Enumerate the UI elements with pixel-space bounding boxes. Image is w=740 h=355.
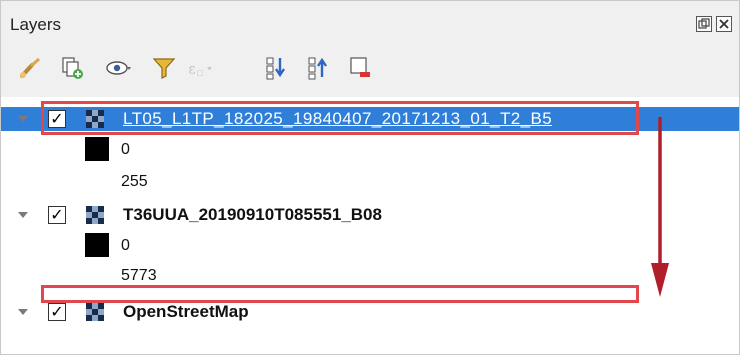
close-icon[interactable]	[716, 16, 732, 32]
layer-row-openstreetmap[interactable]: ✓ OpenStreetMap	[1, 300, 739, 324]
filter-expression-icon[interactable]: ε □	[187, 53, 217, 83]
highlight-box-target	[41, 285, 639, 303]
svg-text:ε: ε	[189, 61, 196, 77]
layer-tree: ✓ LT05_L1TP_182025_19840407_20171213_01_…	[1, 97, 739, 354]
legend-min-value: 0	[121, 237, 130, 254]
legend-swatch-black	[85, 137, 109, 161]
highlight-box-source	[41, 101, 639, 135]
remove-layer-icon[interactable]	[345, 53, 375, 83]
legend-swatch-black	[85, 233, 109, 257]
move-down-arrow-icon	[651, 117, 669, 297]
collapse-caret-icon[interactable]	[18, 212, 28, 218]
legend-max-value: 5773	[121, 267, 157, 284]
collapse-caret-icon[interactable]	[18, 309, 28, 315]
filter-legend-icon[interactable]	[149, 53, 179, 83]
svg-text:□: □	[197, 69, 203, 77]
style-manager-icon[interactable]	[15, 53, 45, 83]
add-group-icon[interactable]	[57, 53, 87, 83]
collapse-caret-icon[interactable]	[18, 116, 28, 122]
manage-visibility-icon[interactable]	[105, 53, 135, 83]
collapse-all-icon[interactable]	[303, 53, 333, 83]
raster-layer-icon	[86, 206, 104, 224]
layer-visibility-checkbox[interactable]: ✓	[48, 303, 66, 321]
layers-panel: Layers ε □ ✓ LT05_L1TP_182025_19840407_2…	[0, 0, 740, 355]
layer-row-t36uua[interactable]: ✓ T36UUA_20190910T085551_B08	[1, 203, 739, 227]
legend-max-value: 255	[121, 173, 148, 190]
layer-visibility-checkbox[interactable]: ✓	[48, 206, 66, 224]
layer-name[interactable]: T36UUA_20190910T085551_B08	[123, 205, 382, 225]
legend-min-value: 0	[121, 141, 130, 158]
panel-title: Layers	[10, 15, 62, 34]
raster-layer-icon	[86, 303, 104, 321]
restore-icon[interactable]	[696, 16, 712, 32]
expand-all-icon[interactable]	[261, 53, 291, 83]
layers-toolbar: ε □	[11, 53, 431, 85]
layer-name[interactable]: OpenStreetMap	[123, 302, 249, 322]
